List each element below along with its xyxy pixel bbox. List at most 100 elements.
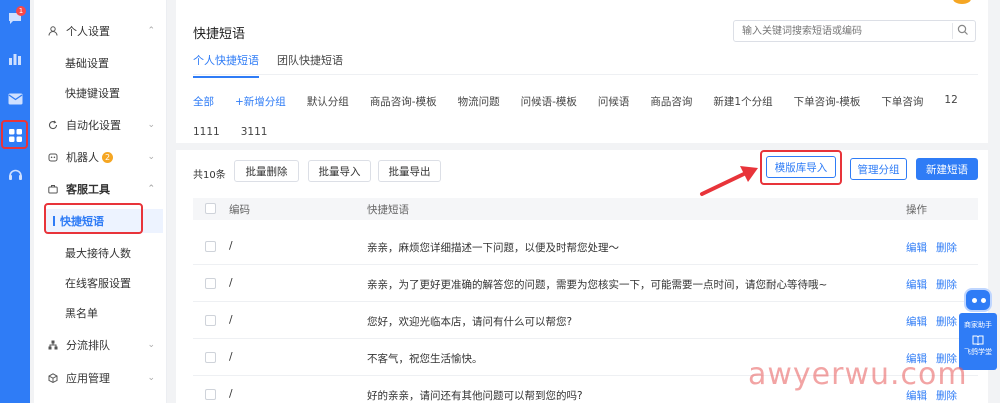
chevron-down-icon: ⌄ bbox=[147, 340, 155, 350]
delete-link[interactable]: 删除 bbox=[936, 316, 957, 328]
main-content: 快捷短语 个人快捷短语 团队快捷短语 全部 +新增分组 默认分组 商品咨询-模板… bbox=[176, 0, 1000, 403]
select-all-checkbox[interactable] bbox=[205, 203, 216, 214]
menu-group-personal-settings[interactable]: 个人设置 ⌃ bbox=[34, 19, 167, 43]
header-phrase: 快捷短语 bbox=[367, 204, 409, 216]
category-filter: 全部 +新增分组 默认分组 商品咨询-模板 物流问题 问候语-模板 问候语 商品… bbox=[193, 94, 983, 138]
cube-icon bbox=[47, 373, 58, 384]
row-code: / bbox=[229, 314, 233, 326]
category-all[interactable]: 全部 bbox=[193, 94, 214, 109]
menu-group-service-tools[interactable]: 客服工具 ⌃ bbox=[34, 177, 167, 201]
feige-school-label[interactable]: 飞鸽学堂 bbox=[959, 347, 997, 357]
menu-group-label: 应用管理 bbox=[66, 372, 110, 385]
bulk-import-button[interactable]: 批量导入 bbox=[308, 160, 371, 182]
edit-link[interactable]: 编辑 bbox=[906, 279, 927, 291]
menu-item-blacklist[interactable]: 黑名单 bbox=[34, 301, 167, 325]
row-phrase: 亲亲，为了更好更准确的解答您的问题，需要为您核实一下，可能需要一点时间，请您耐心… bbox=[367, 279, 828, 291]
watermark: awyerwu.com bbox=[748, 357, 968, 392]
menu-item-basic-settings[interactable]: 基础设置 bbox=[34, 51, 167, 75]
tabs-divider bbox=[193, 74, 978, 75]
chart-icon[interactable] bbox=[4, 48, 26, 70]
menu-group-label: 分流排队 bbox=[66, 339, 110, 352]
add-group-button[interactable]: +新增分组 bbox=[235, 94, 286, 109]
icon-rail: 1 bbox=[0, 0, 30, 403]
header-code: 编码 bbox=[229, 204, 250, 216]
menu-group-routing-queue[interactable]: 分流排队 ⌄ bbox=[34, 333, 167, 357]
bulk-export-button[interactable]: 批量导出 bbox=[378, 160, 441, 182]
chevron-up-icon: ⌃ bbox=[147, 184, 155, 194]
menu-item-online-service-settings[interactable]: 在线客服设置 bbox=[34, 271, 167, 295]
search-input[interactable] bbox=[733, 20, 976, 42]
chevron-down-icon: ⌄ bbox=[147, 373, 155, 383]
category-item[interactable]: 12 bbox=[944, 94, 957, 109]
new-phrase-button[interactable]: 新建短语 bbox=[916, 158, 978, 180]
bulk-delete-button[interactable]: 批量删除 bbox=[234, 160, 299, 182]
row-code: / bbox=[229, 240, 233, 252]
category-item[interactable]: 商品咨询-模板 bbox=[370, 94, 437, 109]
delete-link[interactable]: 删除 bbox=[936, 279, 957, 291]
category-item[interactable]: 下单咨询-模板 bbox=[794, 94, 861, 109]
row-code: / bbox=[229, 351, 233, 363]
delete-link[interactable]: 删除 bbox=[936, 242, 957, 254]
row-phrase: 亲亲，麻烦您详细描述一下问题，以便及时帮您处理～ bbox=[367, 242, 619, 254]
chevron-down-icon: ⌄ bbox=[147, 152, 155, 162]
header-ops: 操作 bbox=[906, 204, 927, 216]
chevron-up-icon: ⌃ bbox=[147, 26, 155, 36]
settings-menu: 个人设置 ⌃ 基础设置 快捷键设置 自动化设置 ⌄ 机器人 2 ⌄ 客服工具 ⌃… bbox=[34, 0, 167, 403]
quick-phrases-highlight bbox=[44, 203, 143, 234]
category-item[interactable]: 3111 bbox=[241, 126, 268, 138]
category-item[interactable]: 下单咨询 bbox=[881, 94, 923, 109]
apps-icon-highlight bbox=[1, 120, 28, 149]
robot-icon bbox=[964, 288, 992, 312]
category-item[interactable]: 1111 bbox=[193, 126, 220, 138]
merchant-helper-label[interactable]: 商家助手 bbox=[959, 313, 997, 330]
table-header: 编码 快捷短语 操作 bbox=[193, 198, 978, 220]
notification-badge: 1 bbox=[16, 6, 26, 16]
user-icon bbox=[47, 26, 58, 37]
category-item[interactable]: 物流问题 bbox=[458, 94, 500, 109]
edit-link[interactable]: 编辑 bbox=[906, 316, 927, 328]
menu-group-label: 机器人 bbox=[66, 151, 99, 164]
chevron-down-icon: ⌄ bbox=[147, 120, 155, 130]
category-item[interactable]: 问候语-模板 bbox=[521, 94, 577, 109]
robot-count-badge: 2 bbox=[102, 151, 113, 163]
menu-group-app-management[interactable]: 应用管理 ⌄ bbox=[34, 366, 167, 390]
row-checkbox[interactable] bbox=[205, 278, 216, 289]
red-arrow-annotation bbox=[700, 166, 758, 196]
row-phrase: 您好，欢迎光临本店，请问有什么可以帮您? bbox=[367, 316, 573, 328]
category-item[interactable]: 新建1个分组 bbox=[713, 94, 772, 109]
refresh-icon bbox=[47, 120, 58, 131]
row-checkbox[interactable] bbox=[205, 241, 216, 252]
menu-group-label: 自动化设置 bbox=[66, 119, 121, 132]
menu-item-shortcut-settings[interactable]: 快捷键设置 bbox=[34, 81, 167, 105]
hierarchy-icon bbox=[47, 340, 58, 351]
manage-groups-button[interactable]: 管理分组 bbox=[850, 158, 907, 180]
category-item[interactable]: 默认分组 bbox=[307, 94, 349, 109]
phrase-count: 共10条 bbox=[193, 170, 226, 181]
table-row: / 亲亲，为了更好更准确的解答您的问题，需要为您核实一下，可能需要一点时间，请您… bbox=[193, 265, 978, 302]
category-item[interactable]: 问候语 bbox=[598, 94, 630, 109]
row-code: / bbox=[229, 388, 233, 400]
category-item[interactable]: 商品咨询 bbox=[650, 94, 692, 109]
menu-item-max-reception[interactable]: 最大接待人数 bbox=[34, 241, 167, 265]
row-code: / bbox=[229, 277, 233, 289]
robot-eye bbox=[981, 298, 986, 303]
row-phrase: 不客气，祝您生活愉快。 bbox=[367, 353, 483, 365]
robot-icon bbox=[47, 152, 58, 163]
search-divider bbox=[952, 23, 953, 39]
template-import-highlight bbox=[760, 150, 842, 185]
briefcase-icon bbox=[47, 184, 58, 195]
search-icon[interactable] bbox=[956, 23, 972, 39]
headset-icon[interactable] bbox=[4, 164, 26, 186]
menu-group-automation-settings[interactable]: 自动化设置 ⌄ bbox=[34, 113, 167, 137]
row-checkbox[interactable] bbox=[205, 315, 216, 326]
edit-link[interactable]: 编辑 bbox=[906, 242, 927, 254]
row-checkbox[interactable] bbox=[205, 352, 216, 363]
mail-icon[interactable] bbox=[4, 88, 26, 110]
row-checkbox[interactable] bbox=[205, 389, 216, 400]
menu-group-label: 客服工具 bbox=[66, 183, 110, 196]
menu-group-robot[interactable]: 机器人 2 ⌄ bbox=[34, 145, 167, 169]
phrase-header-card: 快捷短语 个人快捷短语 团队快捷短语 全部 +新增分组 默认分组 商品咨询-模板… bbox=[176, 0, 988, 143]
book-icon bbox=[972, 335, 984, 346]
menu-group-label: 个人设置 bbox=[66, 25, 110, 38]
page-title: 快捷短语 bbox=[193, 27, 246, 42]
